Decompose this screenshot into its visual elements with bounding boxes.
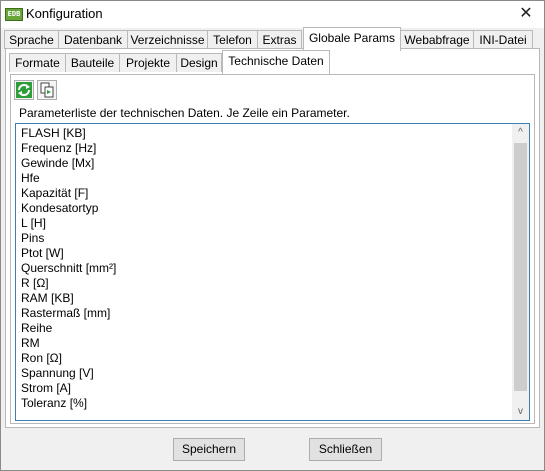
refresh-icon [16, 82, 32, 98]
list-item[interactable]: Reihe [21, 321, 52, 336]
vertical-scrollbar[interactable]: ^ v [512, 124, 529, 420]
list-item[interactable]: Spannung [V] [21, 366, 94, 381]
list-item[interactable]: Kapazität [F] [21, 186, 88, 201]
save-button[interactable]: Speichern [173, 438, 245, 461]
list-item[interactable]: Kondesatortyp [21, 201, 98, 216]
list-item[interactable]: Toleranz [%] [21, 396, 87, 411]
list-item[interactable]: R [Ω] [21, 276, 49, 291]
list-item[interactable]: Ptot [W] [21, 246, 64, 261]
copy-button[interactable] [37, 80, 57, 100]
list-item[interactable]: RAM [KB] [21, 291, 74, 306]
scroll-down-icon[interactable]: v [512, 403, 529, 420]
tab-sprache[interactable]: Sprache [4, 30, 59, 49]
list-item[interactable]: RM [21, 336, 40, 351]
title-bar: EDB Konfiguration ✕ [1, 1, 544, 28]
tab-datenbank[interactable]: Datenbank [58, 30, 128, 49]
list-item[interactable]: Pins [21, 231, 44, 246]
list-item[interactable]: FLASH [KB] [21, 126, 86, 141]
tab-telefon[interactable]: Telefon [207, 30, 258, 49]
list-item[interactable]: Querschnitt [mm²] [21, 261, 116, 276]
tab-globale-params[interactable]: Globale Params [303, 27, 401, 51]
list-item[interactable]: Rastermaß [mm] [21, 306, 110, 321]
tab-extras[interactable]: Extras [257, 30, 302, 49]
subtab-design[interactable]: Design [176, 53, 222, 72]
globale-params-panel: Formate Bauteile Projekte Design Technis… [5, 48, 540, 428]
technische-daten-panel: Parameterliste der technischen Daten. Je… [10, 74, 535, 424]
description-text: Parameterliste der technischen Daten. Je… [19, 106, 350, 120]
list-item[interactable]: Strom [A] [21, 381, 71, 396]
refresh-button[interactable] [14, 80, 34, 100]
list-item[interactable]: Ron [Ω] [21, 351, 62, 366]
subtab-bauteile[interactable]: Bauteile [65, 53, 120, 72]
sub-tabs: Formate Bauteile Projekte Design Technis… [9, 50, 529, 74]
close-button[interactable]: Schließen [309, 438, 382, 461]
app-logo-icon: EDB [5, 8, 23, 21]
parameter-list[interactable]: FLASH [KB] Frequenz [Hz] Gewinde [Mx] Hf… [15, 123, 530, 421]
subtab-projekte[interactable]: Projekte [119, 53, 177, 72]
close-window-button[interactable]: ✕ [512, 3, 540, 25]
list-item[interactable]: Gewinde [Mx] [21, 156, 94, 171]
list-item[interactable]: L [H] [21, 216, 46, 231]
scroll-up-icon[interactable]: ^ [512, 124, 529, 141]
copy-icon [40, 82, 54, 98]
tab-ini-datei[interactable]: INI-Datei [473, 30, 533, 49]
list-item[interactable]: Hfe [21, 171, 40, 186]
list-item[interactable]: Frequenz [Hz] [21, 141, 96, 156]
subtab-formate[interactable]: Formate [9, 53, 66, 72]
scroll-thumb[interactable] [514, 143, 527, 391]
tab-verzeichnisse[interactable]: Verzeichnisse [127, 30, 208, 49]
subtab-technische-daten[interactable]: Technische Daten [222, 50, 330, 74]
window-title: Konfiguration [26, 6, 103, 21]
config-window: EDB Konfiguration ✕ Sprache Datenbank Ve… [0, 0, 545, 471]
tab-webabfrage[interactable]: Webabfrage [400, 30, 474, 49]
